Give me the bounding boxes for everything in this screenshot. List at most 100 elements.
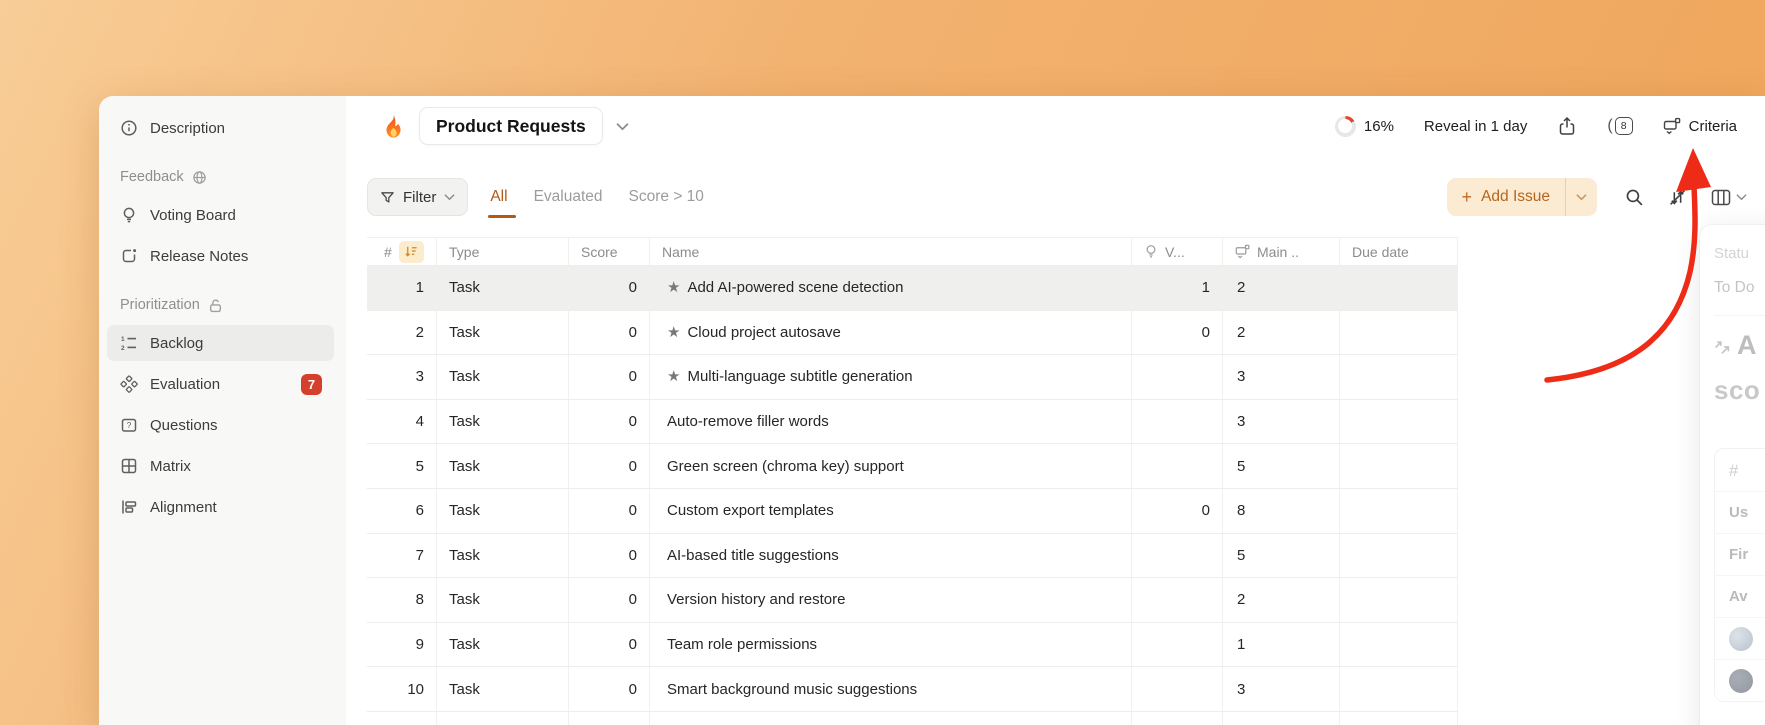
remove-sorting-icon[interactable] [1668,188,1687,207]
cell-num[interactable]: 9 [367,623,437,667]
table-row[interactable]: 11 Task 0 ★ Intro/outro templates 1 [367,712,1458,725]
cell-due-date[interactable] [1340,578,1458,622]
cell-due-date[interactable] [1340,534,1458,578]
cell-main-criteria[interactable]: 2 [1223,311,1340,355]
cell-num[interactable]: 2 [367,311,437,355]
cell-name[interactable]: ★ Team role permissions [650,623,1132,667]
cell-type[interactable]: Task [437,534,569,578]
cell-num[interactable]: 10 [367,667,437,711]
cell-due-date[interactable] [1340,489,1458,533]
star-icon[interactable]: ★ [667,325,680,340]
table-row[interactable]: 4 Task 0 ★ Auto-remove filler words 3 [367,400,1458,445]
cell-votes[interactable]: 1 [1132,266,1223,310]
columns-settings-button[interactable] [1711,189,1747,206]
cell-score[interactable]: 0 [569,712,650,725]
cell-type[interactable]: Task [437,355,569,399]
panel-row-label[interactable]: Fir [1715,533,1765,575]
cell-num[interactable]: 3 [367,355,437,399]
table-row[interactable]: 1 Task 0 ★ Add AI-powered scene detectio… [367,266,1458,311]
cell-main-criteria[interactable]: 3 [1223,667,1340,711]
cell-type[interactable]: Task [437,311,569,355]
cell-name[interactable]: ★ Cloud project autosave [650,311,1132,355]
cell-score[interactable]: 0 [569,400,650,444]
column-header-num[interactable]: # [367,238,437,265]
filter-button[interactable]: Filter [367,178,468,216]
cell-main-criteria[interactable]: 8 [1223,489,1340,533]
panel-row-label[interactable]: Av [1715,575,1765,617]
cell-score[interactable]: 0 [569,623,650,667]
cell-due-date[interactable] [1340,311,1458,355]
panel-row-avatar[interactable] [1715,659,1765,701]
cell-main-criteria[interactable]: 2 [1223,578,1340,622]
cell-main-criteria[interactable]: 3 [1223,355,1340,399]
column-header-votes[interactable]: V... [1132,238,1223,265]
cell-score[interactable]: 0 [569,489,650,533]
cell-votes[interactable]: 0 [1132,311,1223,355]
star-icon[interactable]: ★ [667,280,680,295]
cell-score[interactable]: 0 [569,355,650,399]
cell-name[interactable]: ★ Custom export templates [650,489,1132,533]
cell-votes[interactable] [1132,623,1223,667]
cell-num[interactable]: 11 [367,712,437,725]
table-row[interactable]: 5 Task 0 ★ Green screen (chroma key) sup… [367,444,1458,489]
cell-votes[interactable] [1132,534,1223,578]
sidebar-item-release-notes[interactable]: Release Notes [107,238,334,274]
column-header-name[interactable]: Name [650,238,1132,265]
table-row[interactable]: 10 Task 0 ★ Smart background music sugge… [367,667,1458,712]
cell-num[interactable]: 1 [367,266,437,310]
sidebar-item-evaluation[interactable]: Evaluation 7 [107,366,334,402]
cell-main-criteria[interactable]: 2 [1223,266,1340,310]
panel-count-button[interactable]: ( 8 [1607,117,1632,135]
table-row[interactable]: 2 Task 0 ★ Cloud project autosave 0 2 [367,311,1458,356]
cell-due-date[interactable] [1340,266,1458,310]
panel-row-label[interactable]: Us [1715,491,1765,533]
cell-type[interactable]: Task [437,623,569,667]
cell-due-date[interactable] [1340,444,1458,488]
cell-due-date[interactable] [1340,355,1458,399]
table-row[interactable]: 6 Task 0 ★ Custom export templates 0 8 [367,489,1458,534]
column-header-main-criteria[interactable]: Main .. [1223,238,1340,265]
cell-votes[interactable] [1132,667,1223,711]
cell-type[interactable]: Task [437,712,569,725]
star-icon[interactable]: ★ [667,369,680,384]
cell-name[interactable]: ★ Add AI-powered scene detection [650,266,1132,310]
cell-type[interactable]: Task [437,578,569,622]
cell-votes[interactable] [1132,712,1223,725]
board-title[interactable]: Product Requests [419,107,603,145]
sidebar-item-voting-board[interactable]: Voting Board [107,197,334,233]
table-row[interactable]: 8 Task 0 ★ Version history and restore 2 [367,578,1458,623]
cell-main-criteria[interactable]: 1 [1223,712,1340,725]
panel-row-avatar[interactable] [1715,617,1765,659]
cell-score[interactable]: 0 [569,444,650,488]
cell-main-criteria[interactable]: 5 [1223,444,1340,488]
sidebar-item-description[interactable]: Description [107,110,334,146]
cell-votes[interactable] [1132,578,1223,622]
tab-all[interactable]: All [477,188,520,206]
cell-votes[interactable] [1132,444,1223,488]
sidebar-item-backlog[interactable]: 1 2 Backlog [107,325,334,361]
search-icon[interactable] [1625,188,1644,207]
cell-due-date[interactable] [1340,712,1458,725]
cell-score[interactable]: 0 [569,667,650,711]
tab-evaluated[interactable]: Evaluated [521,188,616,206]
sidebar-item-matrix[interactable]: Matrix [107,448,334,484]
cell-name[interactable]: ★ Smart background music suggestions [650,667,1132,711]
cell-score[interactable]: 0 [569,534,650,578]
add-issue-chevron-down-icon[interactable] [1566,178,1597,216]
sort-indicator-icon[interactable] [399,241,424,263]
cell-name[interactable]: ★ Multi-language subtitle generation [650,355,1132,399]
cell-due-date[interactable] [1340,623,1458,667]
cell-type[interactable]: Task [437,489,569,533]
cell-type[interactable]: Task [437,266,569,310]
table-row[interactable]: 7 Task 0 ★ AI-based title suggestions 5 [367,534,1458,579]
cell-due-date[interactable] [1340,400,1458,444]
cell-due-date[interactable] [1340,667,1458,711]
cell-main-criteria[interactable]: 5 [1223,534,1340,578]
cell-name[interactable]: ★ Green screen (chroma key) support [650,444,1132,488]
cell-num[interactable]: 8 [367,578,437,622]
cell-score[interactable]: 0 [569,311,650,355]
add-issue-button[interactable]: + Add Issue [1447,178,1597,216]
cell-main-criteria[interactable]: 1 [1223,623,1340,667]
sidebar-item-alignment[interactable]: Alignment [107,489,334,525]
reveal-countdown[interactable]: Reveal in 1 day [1424,118,1527,135]
